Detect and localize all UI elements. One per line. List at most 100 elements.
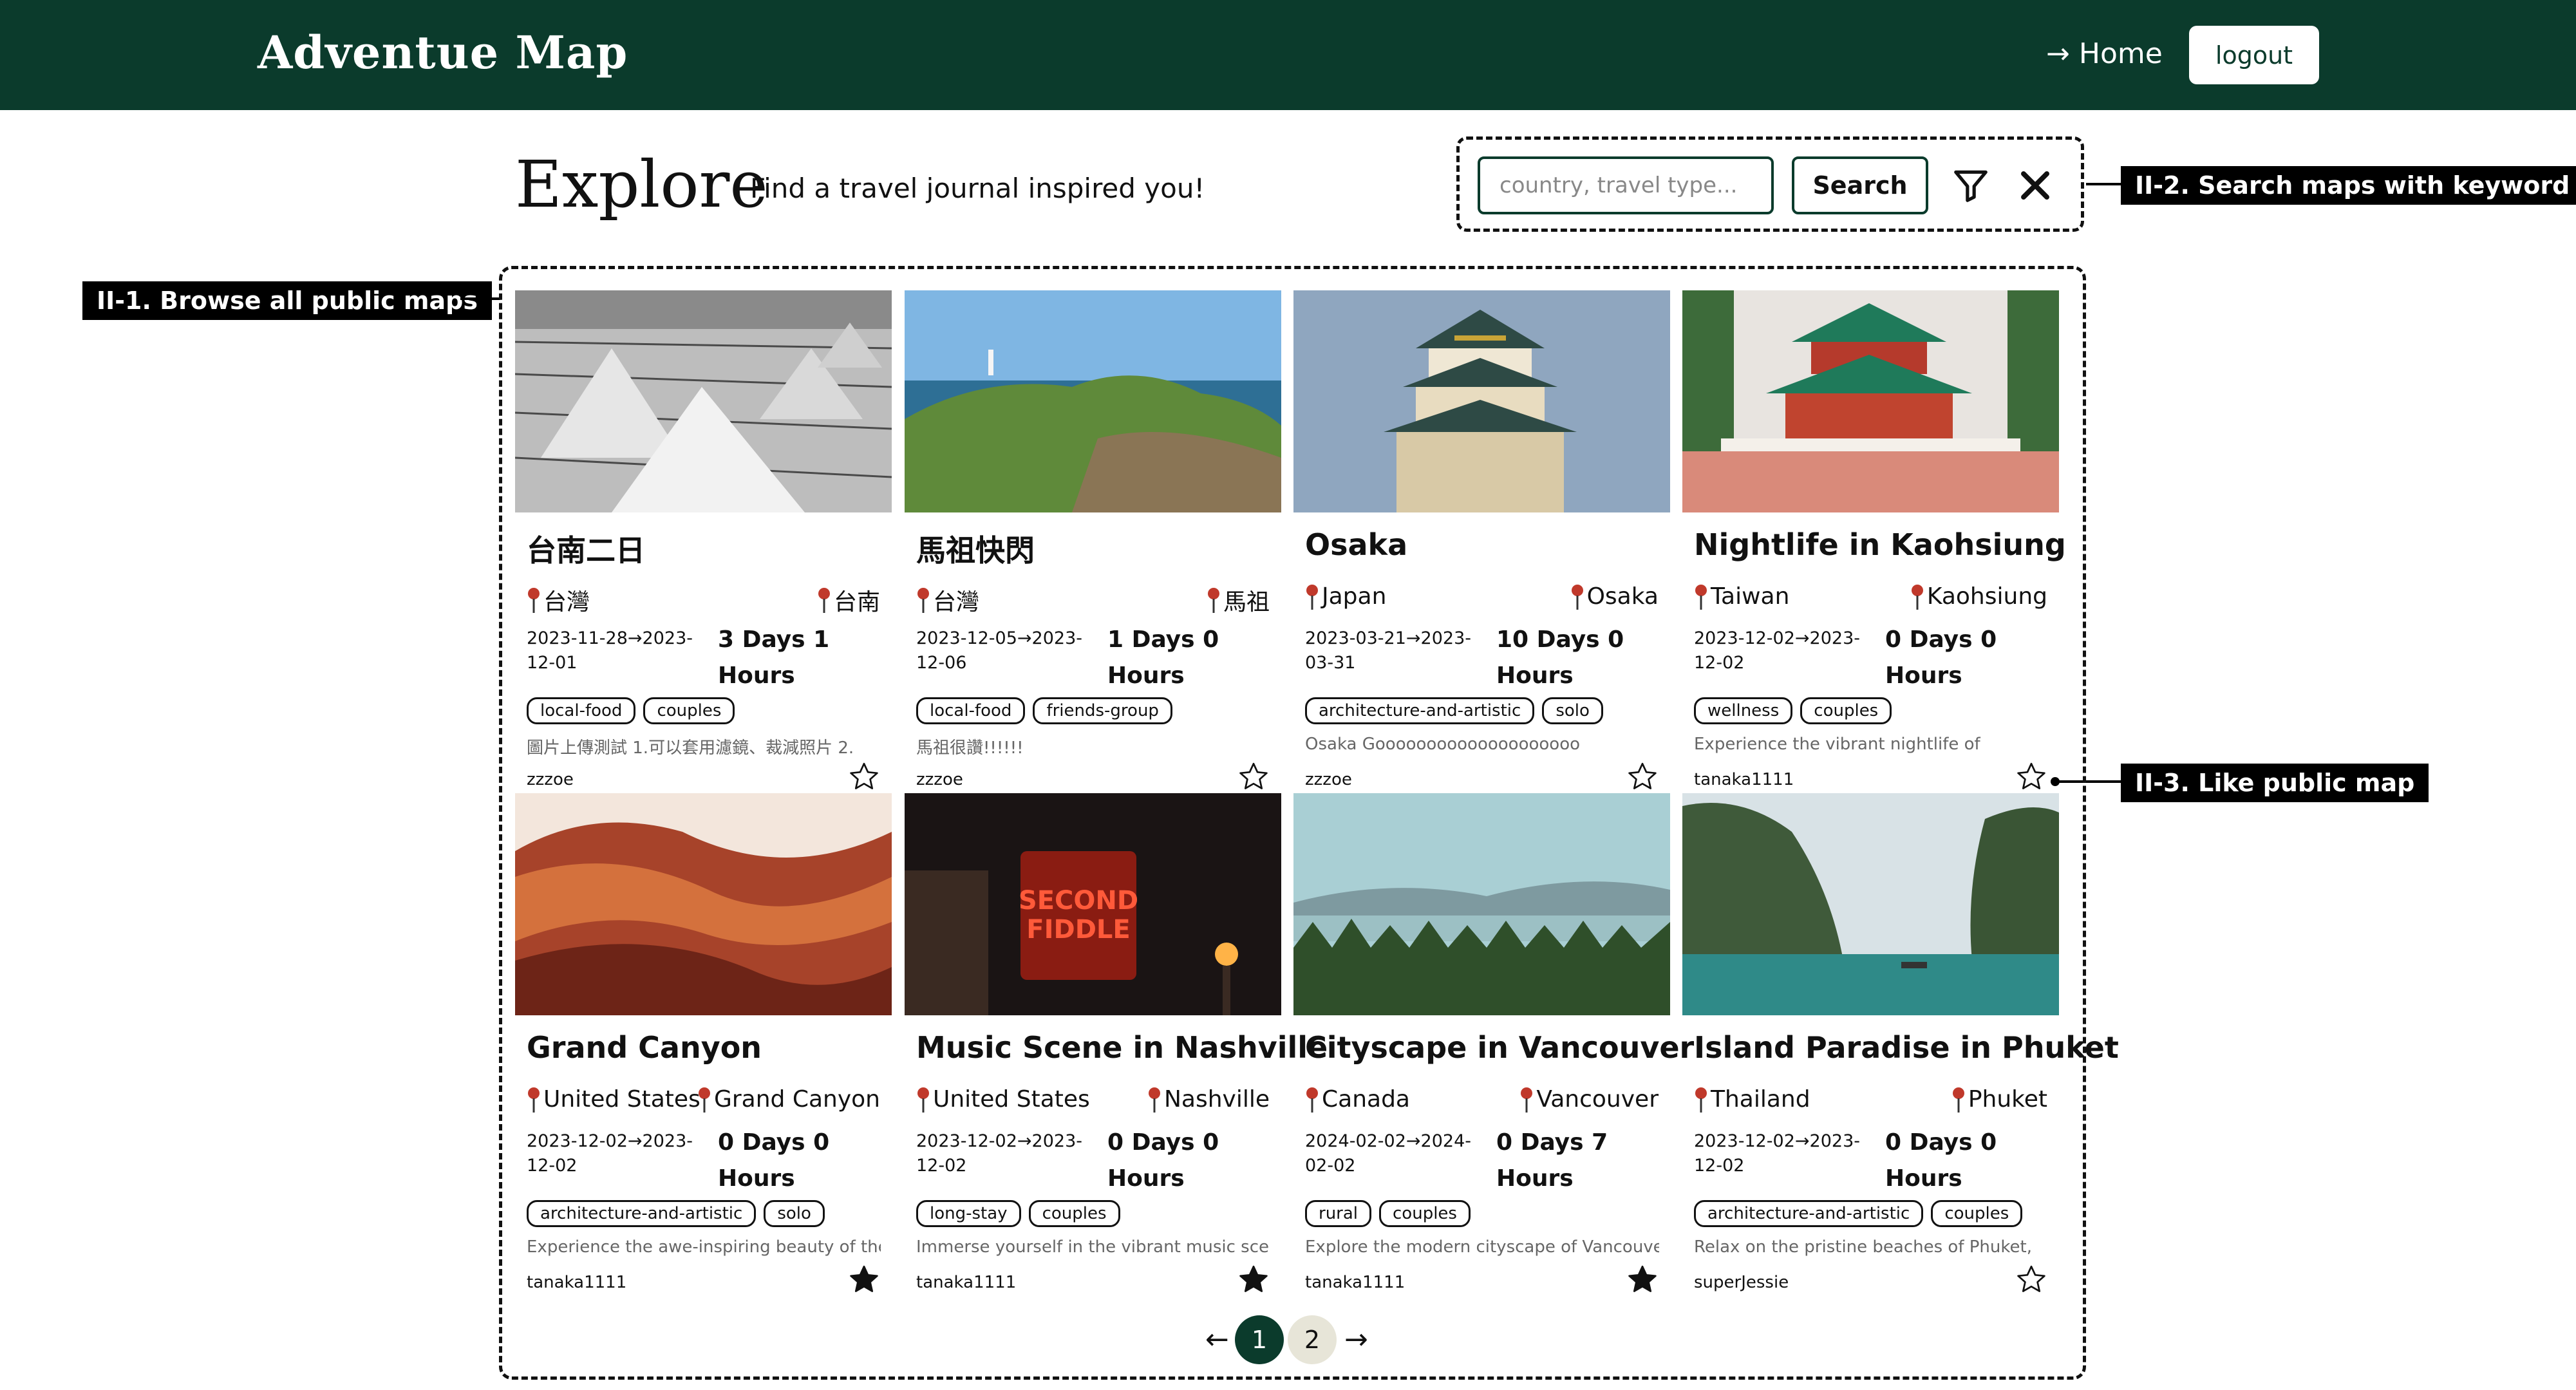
pin-icon	[1305, 1087, 1319, 1113]
star-filled-icon[interactable]	[1237, 1263, 1270, 1295]
city-location: Vancouver	[1519, 1086, 1659, 1113]
city-label: Kaohsiung	[1926, 583, 2047, 610]
star-icon[interactable]	[1237, 760, 1270, 793]
map-title[interactable]: 台南二日	[527, 527, 645, 570]
map-cover-image[interactable]: SECOND FIDDLE	[905, 793, 1281, 1015]
svg-text:FIDDLE: FIDDLE	[1026, 915, 1130, 944]
prev-page-arrow[interactable]: ←	[1205, 1323, 1229, 1356]
map-card[interactable]: Osaka Japan Osaka 2023-03-21→2023-03-31 …	[1293, 290, 1670, 793]
star-icon[interactable]	[1626, 760, 1659, 793]
author-name[interactable]: tanaka1111	[1305, 1273, 1405, 1292]
map-title[interactable]: Osaka	[1305, 527, 1407, 562]
map-cover-image[interactable]	[1682, 793, 2059, 1015]
map-description: Immerse yourself in the vibrant music sc…	[916, 1237, 1270, 1257]
author-name[interactable]: zzzoe	[527, 770, 574, 789]
star-icon[interactable]	[2015, 1263, 2047, 1295]
next-page-arrow[interactable]: →	[1344, 1323, 1368, 1356]
author-name[interactable]: tanaka1111	[1694, 770, 1794, 789]
country-location: Canada	[1305, 1086, 1410, 1113]
tag-chip[interactable]: solo	[764, 1200, 825, 1227]
map-title[interactable]: 馬祖快閃	[916, 527, 1035, 570]
star-icon[interactable]	[2015, 760, 2047, 793]
city-label: Nashville	[1163, 1086, 1270, 1113]
brand-logo[interactable]: Adventue Map	[258, 26, 628, 79]
map-card[interactable]: Grand Canyon United States Grand Canyon …	[515, 793, 892, 1295]
trip-duration: 0 Days 0 Hours	[1885, 626, 1997, 689]
map-title[interactable]: Grand Canyon	[527, 1030, 762, 1065]
pin-icon	[527, 587, 541, 613]
city-location: Grand Canyon	[697, 1086, 880, 1113]
map-card[interactable]: Island Paradise in Phuket Thailand Phuke…	[1682, 793, 2119, 1295]
trip-duration: 3 Days 1 Hours	[718, 626, 830, 689]
tag-chip[interactable]: wellness	[1694, 697, 1793, 724]
map-cover-image[interactable]	[1682, 290, 2059, 512]
city-label: Vancouver	[1536, 1086, 1659, 1113]
tag-chip[interactable]: couples	[643, 697, 735, 724]
author-name[interactable]: zzzoe	[1305, 770, 1352, 789]
pin-icon	[916, 1087, 930, 1113]
logout-button[interactable]: logout	[2189, 26, 2319, 84]
author-name[interactable]: tanaka1111	[916, 1273, 1016, 1292]
tag-chip[interactable]: local-food	[916, 697, 1026, 724]
map-card[interactable]: 馬祖快閃 台灣 馬祖 2023-12-05→2023-12-06 1 Days …	[905, 290, 1281, 793]
star-filled-icon[interactable]	[1626, 1263, 1659, 1295]
map-card[interactable]: Nightlife in Kaohsiung Taiwan Kaohsiung …	[1682, 290, 2066, 793]
tag-list: architecture-and-artistic couples	[1694, 1200, 2023, 1227]
filter-icon[interactable]	[1951, 165, 1991, 205]
home-link[interactable]: → Home	[2046, 37, 2163, 70]
tag-chip[interactable]: solo	[1542, 697, 1603, 724]
map-card[interactable]: Cityscape in Vancouver Canada Vancouver …	[1293, 793, 1694, 1295]
tag-chip[interactable]: rural	[1305, 1200, 1372, 1227]
map-cover-image[interactable]	[1293, 290, 1670, 512]
tag-chip[interactable]: couples	[1379, 1200, 1471, 1227]
search-input[interactable]: country, travel type...	[1478, 156, 1774, 214]
map-cover-image[interactable]	[515, 793, 892, 1015]
country-location: 台灣	[916, 583, 979, 617]
map-card[interactable]: 台南二日 台灣 台南 2023-11-28→2023-12-01 3 Days …	[515, 290, 892, 793]
map-description: Relax on the pristine beaches of Phuket,	[1694, 1237, 2032, 1257]
country-location: United States	[916, 1086, 1090, 1113]
close-icon[interactable]	[2015, 165, 2055, 205]
country-location: Thailand	[1694, 1086, 1810, 1113]
tag-chip[interactable]: couples	[1028, 1200, 1120, 1227]
country-location: Taiwan	[1694, 583, 1789, 610]
author-name[interactable]: tanaka1111	[527, 1273, 626, 1292]
star-icon[interactable]	[848, 760, 880, 793]
tag-chip[interactable]: friends-group	[1033, 697, 1172, 724]
city-location: Kaohsiung	[1910, 583, 2047, 610]
author-name[interactable]: superJessie	[1694, 1273, 1789, 1292]
map-description: Experience the vibrant nightlife of	[1694, 735, 1980, 754]
map-title[interactable]: Cityscape in Vancouver	[1305, 1030, 1694, 1065]
tag-chip[interactable]: architecture-and-artistic	[1305, 697, 1535, 724]
tag-chip[interactable]: architecture-and-artistic	[1694, 1200, 1924, 1227]
date-range: 2024-02-02→2024-02-02	[1305, 1131, 1471, 1176]
pin-icon	[1519, 1087, 1534, 1113]
map-title[interactable]: Island Paradise in Phuket	[1694, 1030, 2119, 1065]
country-label: 台灣	[933, 589, 980, 615]
tag-chip[interactable]: long-stay	[916, 1200, 1021, 1227]
map-cover-image[interactable]	[515, 290, 892, 512]
tag-chip[interactable]: local-food	[527, 697, 636, 724]
pin-icon	[1207, 587, 1221, 613]
map-cover-image[interactable]	[1293, 793, 1670, 1015]
page-1-button[interactable]: 1	[1235, 1315, 1284, 1364]
tag-chip[interactable]: architecture-and-artistic	[527, 1200, 757, 1227]
annotation-search: II-2. Search maps with keyword	[2121, 166, 2576, 205]
country-label: Taiwan	[1711, 583, 1790, 610]
city-location: 台南	[817, 583, 880, 617]
search-button[interactable]: Search	[1792, 156, 1928, 214]
city-label: 台南	[833, 589, 880, 615]
city-location: Osaka	[1570, 583, 1659, 610]
star-filled-icon[interactable]	[848, 1263, 880, 1295]
tag-chip[interactable]: couples	[1800, 697, 1892, 724]
tag-list: local-food friends-group	[916, 697, 1172, 724]
tag-chip[interactable]: couples	[1931, 1200, 2023, 1227]
tag-list: architecture-and-artistic solo	[1305, 697, 1603, 724]
map-title[interactable]: Music Scene in Nashville	[916, 1030, 1328, 1065]
map-card[interactable]: SECOND FIDDLE Music Scene in Nashville U…	[905, 793, 1328, 1295]
map-title[interactable]: Nightlife in Kaohsiung	[1694, 527, 2066, 562]
author-name[interactable]: zzzoe	[916, 770, 963, 789]
country-label: Canada	[1322, 1086, 1410, 1113]
page-2-button[interactable]: 2	[1288, 1315, 1337, 1364]
map-cover-image[interactable]	[905, 290, 1281, 512]
